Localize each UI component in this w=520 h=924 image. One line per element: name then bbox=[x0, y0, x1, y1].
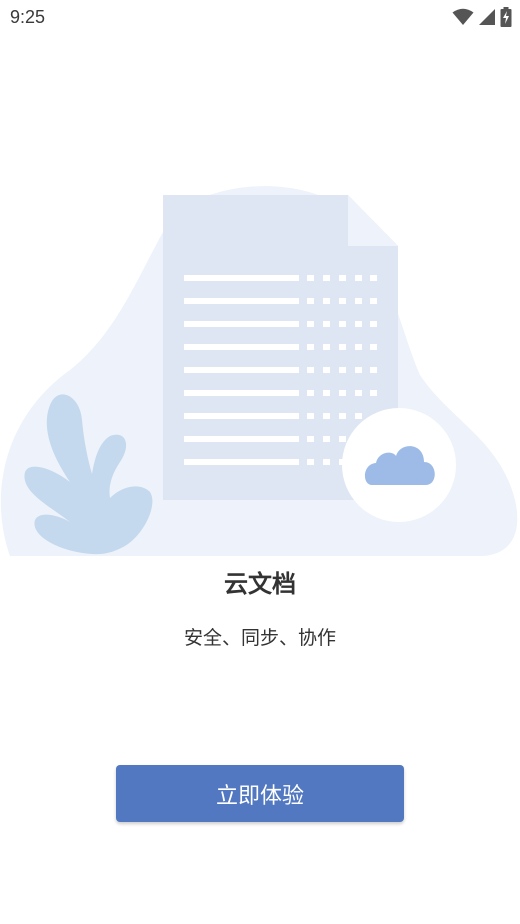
status-icons bbox=[452, 6, 512, 28]
cellular-signal-icon bbox=[478, 8, 496, 26]
battery-charging-icon bbox=[500, 7, 512, 27]
page-title: 云文档 bbox=[224, 570, 296, 598]
status-time: 9:25 bbox=[10, 7, 46, 27]
onboarding-illustration bbox=[0, 180, 520, 560]
try-now-button[interactable]: 立即体验 bbox=[116, 765, 404, 822]
wifi-icon bbox=[452, 8, 474, 26]
status-bar: 9:25 bbox=[0, 0, 520, 36]
cloud-icon bbox=[342, 408, 456, 522]
page-subtitle: 安全、同步、协作 bbox=[183, 627, 336, 649]
